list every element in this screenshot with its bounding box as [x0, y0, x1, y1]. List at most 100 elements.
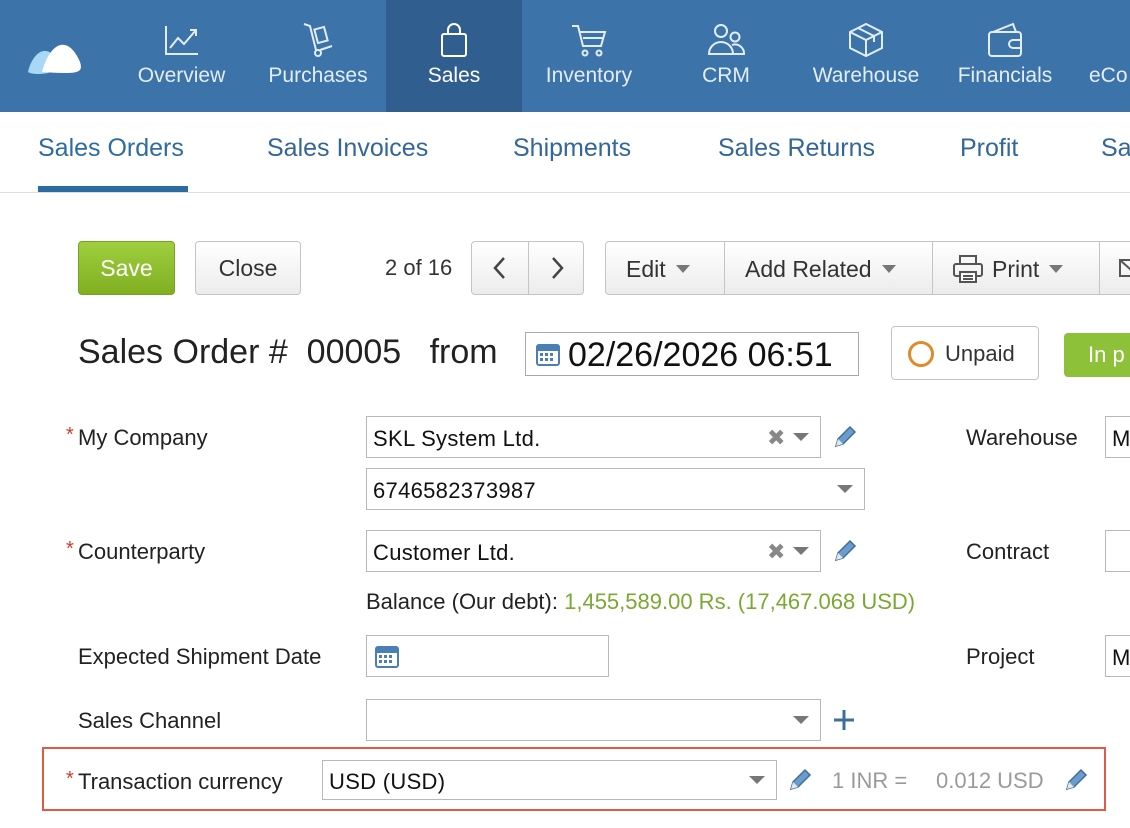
nav-label: Overview	[137, 64, 226, 87]
order-date-value: 02/26/2026 06:51	[568, 336, 833, 374]
box-icon	[849, 22, 883, 58]
calendar-icon[interactable]	[375, 644, 399, 668]
balance-label: Balance (Our debt):	[366, 589, 558, 614]
clear-icon[interactable]: ✖	[767, 539, 785, 565]
chevron-down-icon[interactable]	[749, 776, 765, 784]
nav-inventory[interactable]: Inventory	[526, 0, 652, 112]
warehouse-value: M	[1112, 426, 1130, 451]
order-number: 00005	[306, 333, 402, 371]
save-button[interactable]: Save	[78, 241, 175, 295]
warehouse-label: Warehouse	[966, 425, 1078, 450]
tab-sales-orders[interactable]: Sales Orders	[38, 134, 184, 163]
my-company-select[interactable]: SKL System Ltd. ✖	[366, 416, 821, 458]
clear-icon[interactable]: ✖	[767, 425, 785, 451]
sub-navigation: Sales Orders Sales Invoices Shipments Sa…	[0, 112, 1130, 193]
active-tab-indicator	[38, 186, 188, 192]
title-from: from	[429, 333, 498, 371]
edit-pencil-icon[interactable]	[787, 767, 813, 793]
nav-overview[interactable]: Overview	[118, 0, 245, 112]
warehouse-select[interactable]: M	[1105, 416, 1130, 458]
my-company-value: SKL System Ltd.	[373, 426, 541, 451]
print-label: Print	[992, 255, 1040, 282]
people-icon	[707, 24, 745, 55]
nav-label: Warehouse	[812, 64, 920, 87]
email-icon[interactable]	[1118, 256, 1130, 280]
counterparty-select[interactable]: Customer Ltd. ✖	[366, 530, 821, 572]
required-marker: *	[66, 538, 74, 560]
add-related-menu-button[interactable]: Add Related	[745, 242, 896, 296]
counterparty-value: Customer Ltd.	[373, 540, 516, 565]
cart-icon	[572, 25, 607, 57]
balance-info: Balance (Our debt): 1,455,589.00 Rs. (17…	[366, 589, 915, 615]
add-related-label: Add Related	[745, 255, 872, 282]
required-marker: *	[66, 424, 74, 446]
top-navigation: Overview Purchases Sales Inventory CRM W…	[0, 0, 1130, 112]
tab-shipments[interactable]: Shipments	[513, 134, 631, 163]
tab-profit[interactable]: Profit	[960, 134, 1018, 163]
action-toolbar: Edit Add Related Print	[605, 241, 1130, 295]
company-account-select[interactable]: 6746582373987	[366, 468, 865, 510]
nav-label: eCo	[1089, 64, 1128, 87]
nav-ecommerce[interactable]: eCo	[1086, 0, 1130, 112]
tab-sales-returns[interactable]: Sales Returns	[718, 134, 875, 163]
nav-label: Sales	[427, 64, 481, 87]
contract-select[interactable]	[1105, 530, 1130, 572]
payment-status-button[interactable]: Unpaid	[891, 326, 1039, 380]
chevron-down-icon[interactable]	[793, 433, 809, 441]
chevron-left-icon	[493, 257, 505, 279]
prev-button[interactable]	[472, 242, 528, 294]
tab-more[interactable]: Sa	[1101, 134, 1130, 163]
expected-shipment-date-field[interactable]	[366, 635, 609, 677]
caret-down-icon	[1049, 265, 1064, 273]
title-prefix: Sales Order #	[78, 333, 288, 371]
transaction-currency-select[interactable]: USD (USD)	[322, 760, 777, 800]
nav-label: Purchases	[268, 64, 368, 87]
pager-nav	[471, 241, 584, 295]
sales-channel-select[interactable]	[366, 699, 821, 741]
chevron-down-icon[interactable]	[837, 485, 853, 493]
wallet-icon	[988, 22, 1022, 57]
print-menu-button[interactable]: Print	[952, 242, 1064, 296]
transaction-currency-value: USD (USD)	[329, 769, 446, 794]
contract-label: Contract	[966, 539, 1050, 564]
edit-pencil-icon[interactable]	[1063, 767, 1089, 793]
exchange-rate-left: 1 INR =	[832, 768, 908, 793]
edit-pencil-icon[interactable]	[832, 424, 858, 450]
my-company-label: My Company	[78, 425, 208, 450]
counterparty-label: Counterparty	[78, 539, 206, 564]
chevron-right-icon	[552, 257, 564, 279]
calendar-icon[interactable]	[536, 342, 560, 366]
nav-sales[interactable]: Sales	[386, 0, 522, 112]
project-select[interactable]: M	[1105, 635, 1130, 677]
order-date-field[interactable]: 02/26/2026 06:51	[525, 332, 859, 376]
edit-menu-button[interactable]: Edit	[626, 242, 690, 296]
chevron-down-icon[interactable]	[793, 547, 809, 555]
chevron-down-icon[interactable]	[793, 716, 809, 724]
edit-label: Edit	[626, 255, 666, 282]
company-account-value: 6746582373987	[373, 478, 536, 503]
order-status-label: In p	[1088, 342, 1125, 367]
add-icon[interactable]	[832, 708, 856, 732]
tab-sales-invoices[interactable]: Sales Invoices	[267, 134, 428, 163]
nav-purchases[interactable]: Purchases	[252, 0, 384, 112]
project-value: M	[1112, 645, 1130, 670]
hand-truck-icon	[303, 23, 333, 57]
nav-warehouse[interactable]: Warehouse	[806, 0, 926, 112]
status-circle-icon	[908, 341, 934, 367]
next-button[interactable]	[529, 242, 585, 294]
caret-down-icon	[675, 265, 690, 273]
chart-line-icon	[164, 26, 198, 55]
page-title: Sales Order # 00005 from	[78, 333, 498, 372]
shopping-bag-icon	[441, 23, 467, 57]
order-status-button[interactable]: In p	[1064, 333, 1130, 377]
close-button[interactable]: Close	[195, 241, 301, 295]
exchange-rate-right: 0.012 USD	[936, 768, 1044, 793]
nav-label: Financials	[957, 64, 1053, 87]
nav-financials[interactable]: Financials	[952, 0, 1058, 112]
caret-down-icon	[881, 265, 896, 273]
nav-label: CRM	[702, 64, 750, 87]
required-marker: *	[66, 768, 74, 790]
app-logo-icon[interactable]	[26, 32, 86, 76]
nav-crm[interactable]: CRM	[676, 0, 776, 112]
edit-pencil-icon[interactable]	[832, 538, 858, 564]
